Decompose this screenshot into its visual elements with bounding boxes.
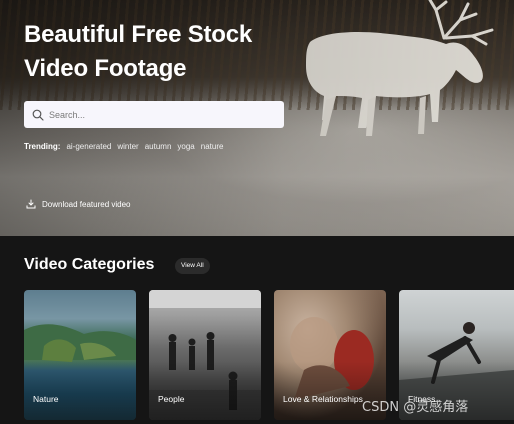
trending-tag-winter[interactable]: winter bbox=[117, 142, 138, 151]
search-icon bbox=[32, 109, 44, 121]
watermark-text: CSDN @灵感角落 bbox=[362, 400, 469, 415]
download-featured-label: Download featured video bbox=[42, 199, 131, 209]
category-label-love-relationships: Love & Relationships bbox=[283, 394, 363, 404]
download-featured-button[interactable]: Download featured video bbox=[26, 199, 131, 209]
category-card-nature[interactable]: Nature bbox=[24, 290, 136, 420]
search-bar[interactable] bbox=[24, 101, 284, 128]
search-input[interactable] bbox=[49, 109, 269, 120]
trending-tag-yoga[interactable]: yoga bbox=[177, 142, 194, 151]
category-label-people: People bbox=[158, 394, 185, 404]
download-icon bbox=[26, 199, 36, 209]
categories-title: Video Categories bbox=[24, 256, 155, 273]
trending-tag-nature[interactable]: nature bbox=[201, 142, 224, 151]
category-label-nature: Nature bbox=[33, 394, 59, 404]
trending-tag-autumn[interactable]: autumn bbox=[145, 142, 172, 151]
trending-row: Trending: ai-generated winter autumn yog… bbox=[24, 142, 223, 151]
trending-label: Trending: bbox=[24, 142, 61, 151]
hero-title: Beautiful Free Stock Video Footage bbox=[24, 21, 253, 82]
hero-banner: Beautiful Free Stock Video Footage Trend… bbox=[0, 0, 514, 236]
category-card-people[interactable]: People bbox=[149, 290, 261, 420]
trending-tag-ai-generated[interactable]: ai-generated bbox=[66, 142, 111, 151]
view-all-button[interactable]: View All bbox=[175, 258, 210, 274]
